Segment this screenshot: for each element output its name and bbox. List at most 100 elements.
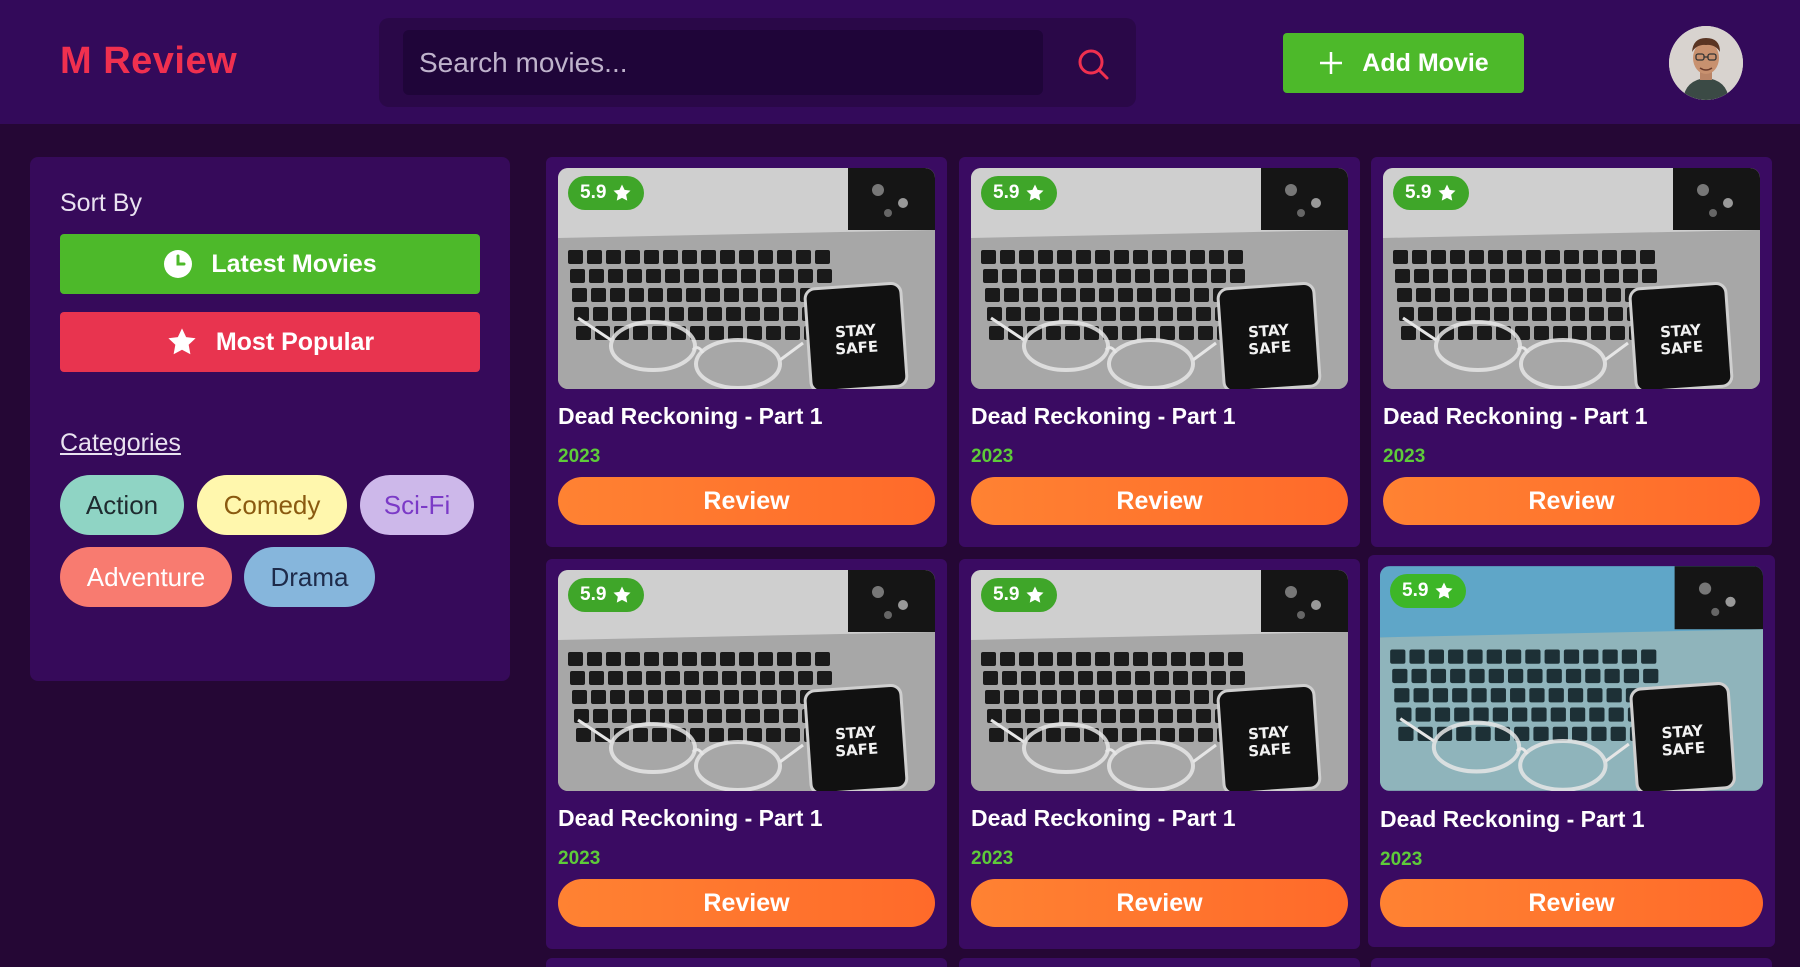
- keyboard-key: [1061, 690, 1076, 704]
- categories-heading[interactable]: Categories: [60, 429, 181, 458]
- keyboard-key: [1531, 707, 1547, 722]
- keyboard-key: [1416, 288, 1431, 302]
- review-button[interactable]: Review: [1383, 477, 1760, 525]
- category-chip-drama[interactable]: Drama: [244, 547, 375, 607]
- category-chip-adventure[interactable]: Adventure: [60, 547, 232, 607]
- movie-year: 2023: [558, 848, 601, 869]
- latest-movies-button[interactable]: Latest Movies: [60, 234, 480, 294]
- search-button[interactable]: [1069, 40, 1117, 88]
- review-button[interactable]: Review: [558, 879, 935, 927]
- star-icon: [1438, 184, 1456, 201]
- keyboard-key: [1141, 326, 1156, 340]
- keyboard-key: [667, 288, 682, 302]
- most-popular-label: Most Popular: [215, 327, 375, 356]
- movie-card-partial: [1371, 958, 1772, 967]
- site-logo[interactable]: M Review: [60, 40, 237, 83]
- keyboard-key: [1097, 269, 1112, 283]
- add-movie-button[interactable]: Add Movie: [1283, 33, 1524, 93]
- keyboard-key: [1528, 269, 1543, 283]
- movie-poster[interactable]: STAY SAFE 5.9: [558, 570, 935, 791]
- keyboard-key: [576, 728, 591, 742]
- movie-card[interactable]: STAY SAFE 5.9 Dead Reckoning - Part 1 20…: [1368, 555, 1775, 947]
- keyboard-key: [1570, 307, 1585, 321]
- keyboard-key: [1211, 269, 1226, 283]
- keyboard-key: [747, 728, 762, 742]
- keyboard-key: [1583, 649, 1599, 664]
- svg-text:SAFE: SAFE: [1248, 740, 1292, 761]
- movie-year: 2023: [1380, 849, 1423, 870]
- keyboard-key: [684, 671, 699, 685]
- movie-title[interactable]: Dead Reckoning - Part 1: [1380, 806, 1645, 833]
- keyboard-key: [1156, 690, 1171, 704]
- keyboard-key: [1623, 668, 1640, 684]
- keyboard-key: [1000, 250, 1015, 264]
- movie-poster[interactable]: STAY SAFE 5.9: [971, 570, 1348, 791]
- review-button[interactable]: Review: [971, 477, 1348, 525]
- keyboard-key: [817, 671, 832, 685]
- keyboard-key: [1040, 671, 1055, 685]
- keyboard-key: [1563, 649, 1580, 664]
- movie-card[interactable]: STAY SAFE 5.9 Dead Reckoning - Part 1 20…: [546, 157, 947, 547]
- keyboard-key: [1492, 707, 1509, 722]
- movie-title[interactable]: Dead Reckoning - Part 1: [971, 403, 1236, 430]
- keyboard-key: [1567, 688, 1584, 703]
- keyboard-key: [608, 269, 623, 283]
- movie-card[interactable]: STAY SAFE 5.9 Dead Reckoning - Part 1 20…: [959, 559, 1360, 949]
- movie-poster[interactable]: STAY SAFE 5.9: [1383, 168, 1760, 389]
- keyboard-key: [1572, 326, 1587, 340]
- keyboard-key: [1099, 690, 1114, 704]
- category-chip-comedy[interactable]: Comedy: [197, 475, 347, 535]
- keyboard-key: [646, 269, 661, 283]
- keyboard-key: [722, 269, 737, 283]
- movie-title[interactable]: Dead Reckoning - Part 1: [558, 805, 823, 832]
- review-button[interactable]: Review: [558, 477, 935, 525]
- movie-year: 2023: [1383, 446, 1426, 467]
- avatar-image: [1669, 26, 1743, 100]
- keyboard-key: [1530, 288, 1545, 302]
- keyboard-key: [1621, 250, 1636, 264]
- review-button[interactable]: Review: [971, 879, 1348, 927]
- movie-poster[interactable]: STAY SAFE 5.9: [1380, 566, 1763, 791]
- keyboard-key: [1135, 671, 1150, 685]
- keyboard-key: [724, 288, 739, 302]
- svg-text:SAFE: SAFE: [835, 338, 879, 359]
- keyboard-key: [1139, 307, 1154, 321]
- movie-poster[interactable]: STAY SAFE 5.9: [558, 168, 935, 389]
- keyboard-key: [701, 250, 716, 264]
- keyboard-key: [650, 709, 665, 723]
- keyboard-key: [1532, 307, 1547, 321]
- keyboard-key: [1409, 649, 1425, 664]
- movie-title[interactable]: Dead Reckoning - Part 1: [558, 403, 823, 430]
- keyboard-key: [625, 652, 640, 666]
- movie-title[interactable]: Dead Reckoning - Part 1: [1383, 403, 1648, 430]
- keyboard-key: [1139, 709, 1154, 723]
- movie-card[interactable]: STAY SAFE 5.9 Dead Reckoning - Part 1 20…: [546, 559, 947, 949]
- rating-badge: 5.9: [981, 176, 1058, 210]
- movie-title[interactable]: Dead Reckoning - Part 1: [971, 805, 1236, 832]
- keyboard-key: [1448, 649, 1464, 664]
- keyboard-key: [798, 269, 813, 283]
- keyboard-key: [625, 250, 640, 264]
- keyboard-key: [705, 690, 720, 704]
- keyboard-key: [669, 307, 684, 321]
- category-chip-action[interactable]: Action: [60, 475, 184, 535]
- keyboard-key: [1209, 652, 1224, 666]
- keyboard-key: [1428, 649, 1445, 664]
- most-popular-button[interactable]: Most Popular: [60, 312, 480, 372]
- movie-card[interactable]: STAY SAFE 5.9 Dead Reckoning - Part 1 20…: [1371, 157, 1772, 547]
- search-input[interactable]: [403, 30, 1043, 95]
- keyboard-key: [663, 652, 678, 666]
- category-chip-sci-fi[interactable]: Sci-Fi: [360, 475, 474, 535]
- keyboard-key: [606, 652, 621, 666]
- keyboard-key: [1397, 288, 1412, 302]
- movie-card[interactable]: STAY SAFE 5.9 Dead Reckoning - Part 1 20…: [959, 157, 1360, 547]
- movie-poster[interactable]: STAY SAFE 5.9: [971, 168, 1348, 389]
- review-button[interactable]: Review: [1380, 879, 1763, 927]
- keyboard-key: [1507, 250, 1522, 264]
- keyboard-key: [1471, 269, 1486, 283]
- movie-year: 2023: [558, 446, 601, 467]
- keyboard-key: [709, 326, 724, 340]
- user-avatar[interactable]: [1669, 26, 1743, 100]
- keyboard-key: [741, 269, 756, 283]
- keyboard-key: [1196, 307, 1211, 321]
